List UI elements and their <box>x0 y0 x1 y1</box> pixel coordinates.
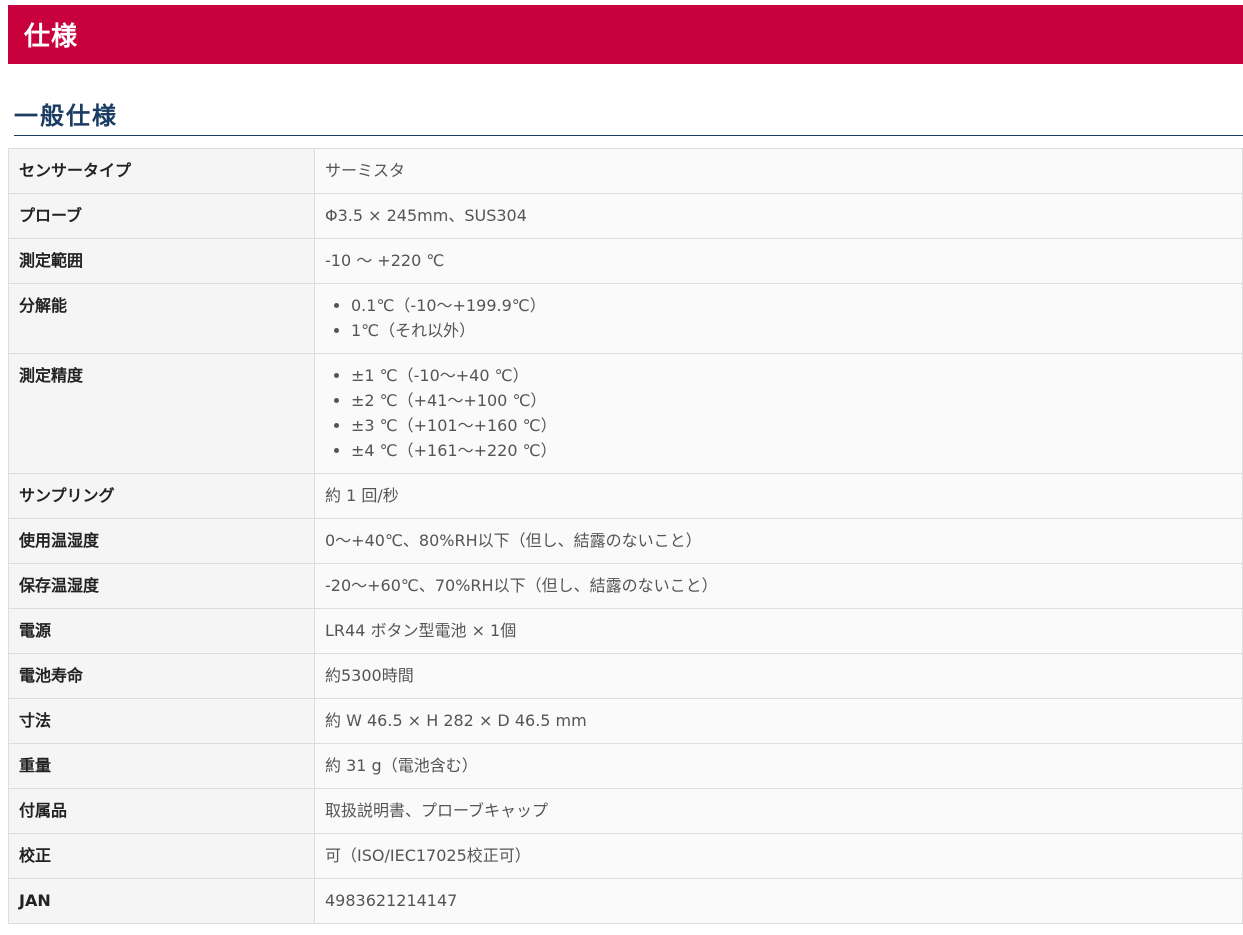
spec-key: 寸法 <box>8 698 315 744</box>
spec-key: 保存温湿度 <box>8 563 315 609</box>
spec-value: 約 W 46.5 × H 282 × D 46.5 mm <box>314 698 1243 744</box>
spec-value: -10 ～ +220 ℃ <box>314 238 1243 284</box>
resolution-list: 0.1℃（-10～+199.9℃） 1℃（それ以外） <box>325 293 1232 343</box>
spec-row-jan: JAN 4983621214147 <box>8 878 1243 924</box>
spec-value: 取扱説明書、プローブキャップ <box>314 788 1243 834</box>
spec-key: 使用温湿度 <box>8 518 315 564</box>
spec-value: 約 31 g（電池含む） <box>314 743 1243 789</box>
spec-value: サーミスタ <box>314 148 1243 194</box>
page-title: 仕様 <box>24 22 79 52</box>
spec-value: 約5300時間 <box>314 653 1243 699</box>
spec-value: Φ3.5 × 245mm、SUS304 <box>314 193 1243 239</box>
spec-value: 可（ISO/IEC17025校正可） <box>314 833 1243 879</box>
spec-row-storage-env: 保存温湿度 -20～+60℃、70%RH以下（但し、結露のないこと） <box>8 563 1243 609</box>
list-item: ±2 ℃（+41～+100 ℃） <box>351 388 1232 413</box>
spec-value: 4983621214147 <box>314 878 1243 924</box>
spec-value: LR44 ボタン型電池 × 1個 <box>314 608 1243 654</box>
section-heading: 一般仕様 <box>14 100 1243 136</box>
spec-row-probe: プローブ Φ3.5 × 245mm、SUS304 <box>8 193 1243 239</box>
spec-value: -20～+60℃、70%RH以下（但し、結露のないこと） <box>314 563 1243 609</box>
spec-row-weight: 重量 約 31 g（電池含む） <box>8 743 1243 789</box>
spec-key: サンプリング <box>8 473 315 519</box>
spec-row-sampling: サンプリング 約 1 回/秒 <box>8 473 1243 519</box>
section-title: 一般仕様 <box>14 102 118 130</box>
spec-key: 重量 <box>8 743 315 789</box>
spec-row-resolution: 分解能 0.1℃（-10～+199.9℃） 1℃（それ以外） <box>8 283 1243 354</box>
spec-value: ±1 ℃（-10～+40 ℃） ±2 ℃（+41～+100 ℃） ±3 ℃（+1… <box>314 353 1243 474</box>
spec-row-calibration: 校正 可（ISO/IEC17025校正可） <box>8 833 1243 879</box>
list-item: ±1 ℃（-10～+40 ℃） <box>351 363 1232 388</box>
list-item: 0.1℃（-10～+199.9℃） <box>351 293 1232 318</box>
spec-key: センサータイプ <box>8 148 315 194</box>
spec-value: 0.1℃（-10～+199.9℃） 1℃（それ以外） <box>314 283 1243 354</box>
spec-row-range: 測定範囲 -10 ～ +220 ℃ <box>8 238 1243 284</box>
spec-row-accessories: 付属品 取扱説明書、プローブキャップ <box>8 788 1243 834</box>
spec-value: 約 1 回/秒 <box>314 473 1243 519</box>
spec-key: 校正 <box>8 833 315 879</box>
accuracy-list: ±1 ℃（-10～+40 ℃） ±2 ℃（+41～+100 ℃） ±3 ℃（+1… <box>325 363 1232 463</box>
spec-key: プローブ <box>8 193 315 239</box>
spec-value: 0～+40℃、80%RH以下（但し、結露のないこと） <box>314 518 1243 564</box>
spec-key: 測定範囲 <box>8 238 315 284</box>
spec-row-sensor-type: センサータイプ サーミスタ <box>8 148 1243 194</box>
spec-row-operating-env: 使用温湿度 0～+40℃、80%RH以下（但し、結露のないこと） <box>8 518 1243 564</box>
spec-row-accuracy: 測定精度 ±1 ℃（-10～+40 ℃） ±2 ℃（+41～+100 ℃） ±3… <box>8 353 1243 474</box>
page-banner: 仕様 <box>8 5 1243 64</box>
spec-row-battery-life: 電池寿命 約5300時間 <box>8 653 1243 699</box>
spec-row-power: 電源 LR44 ボタン型電池 × 1個 <box>8 608 1243 654</box>
spec-key: 付属品 <box>8 788 315 834</box>
list-item: 1℃（それ以外） <box>351 318 1232 343</box>
spec-key: 電池寿命 <box>8 653 315 699</box>
spec-table: センサータイプ サーミスタ プローブ Φ3.5 × 245mm、SUS304 測… <box>8 148 1243 924</box>
spec-key: JAN <box>8 878 315 924</box>
spec-key: 測定精度 <box>8 353 315 474</box>
spec-row-dimensions: 寸法 約 W 46.5 × H 282 × D 46.5 mm <box>8 698 1243 744</box>
list-item: ±4 ℃（+161～+220 ℃） <box>351 438 1232 463</box>
spec-key: 電源 <box>8 608 315 654</box>
list-item: ±3 ℃（+101～+160 ℃） <box>351 413 1232 438</box>
spec-key: 分解能 <box>8 283 315 354</box>
